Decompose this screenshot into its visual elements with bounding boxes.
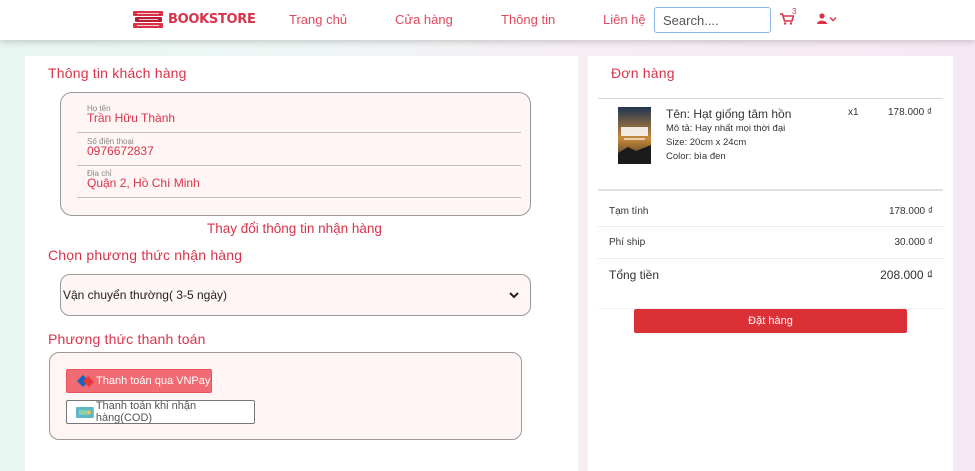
pay-vnpay-label: Thanh toán qua VNPay <box>96 375 211 387</box>
customer-info-title: Thông tin khách hàng <box>48 65 187 81</box>
order-summary-panel: Đơn hàng Tên: Hạt giống tâm hồn Mô tả: H… <box>588 56 953 471</box>
phone-field[interactable]: Số điện thoại 0976672837 <box>77 134 521 166</box>
product-size: Size: 20cm x 24cm <box>666 137 747 148</box>
checkout-form-panel: Thông tin khách hàng Họ tên Trần Hữu Thà… <box>25 56 578 471</box>
product-thumbnail <box>618 107 651 164</box>
divider <box>598 98 943 99</box>
customer-info-box: Họ tên Trần Hữu Thành Số điện thoại 0976… <box>60 92 531 216</box>
brand-logo[interactable]: BOOKSTORE <box>131 8 256 30</box>
payment-method-box: Thanh toán qua VNPay Thanh toán khi nhận… <box>49 352 522 440</box>
pay-cod-label: Thanh toán khi nhận hàng(COD) <box>95 400 197 424</box>
delivery-method-select[interactable]: Vận chuyển thường( 3-5 ngày) <box>60 274 531 316</box>
pay-cod-button[interactable]: Thanh toán khi nhận hàng(COD) <box>66 400 255 424</box>
total-label: Tổng tiền <box>609 268 660 282</box>
total-value: 208.000 ₫ <box>880 268 933 282</box>
logo-text: BOOKSTORE <box>168 11 256 27</box>
user-menu[interactable] <box>817 13 837 24</box>
user-icon <box>817 13 827 24</box>
product-quantity: x1 <box>848 107 859 118</box>
delivery-method-value: Vận chuyển thường( 3-5 ngày) <box>63 288 227 302</box>
product-name: Tên: Hạt giống tâm hồn <box>666 107 792 121</box>
product-price: 178.000 ₫ <box>888 107 933 118</box>
search-input[interactable] <box>654 7 771 33</box>
divider <box>598 258 943 259</box>
chevron-down-icon <box>509 292 519 299</box>
cart-count-badge: 3 <box>792 7 797 16</box>
order-title: Đơn hàng <box>611 65 675 81</box>
address-field[interactable]: Địa chỉ Quận 2, Hồ Chí Minh <box>77 166 521 198</box>
shipping-label: Phí ship <box>609 237 646 248</box>
vnpay-icon <box>77 375 94 387</box>
name-value: Trần Hữu Thành <box>87 111 176 125</box>
payment-method-title: Phương thức thanh toán <box>48 331 206 347</box>
place-order-button[interactable]: Đặt hàng <box>634 309 907 333</box>
top-navbar: BOOKSTORE Trang chủ Cửa hàng Thông tin L… <box>0 0 975 40</box>
phone-value: 0976672837 <box>87 144 154 158</box>
product-color: Color: bìa đen <box>666 151 726 162</box>
nav-contact[interactable]: Liên hệ <box>603 12 646 27</box>
subtotal-label: Tạm tính <box>609 206 649 217</box>
pay-vnpay-button[interactable]: Thanh toán qua VNPay <box>66 369 212 393</box>
address-value: Quận 2, Hồ Chí Minh <box>87 176 200 190</box>
cash-icon <box>75 407 94 418</box>
shipping-value: 30.000 ₫ <box>894 237 934 248</box>
nav-home[interactable]: Trang chủ <box>289 12 347 27</box>
divider <box>598 189 943 191</box>
product-description: Mô tả: Hay nhất mọi thời đại <box>666 123 786 134</box>
nav-about[interactable]: Thông tin <box>501 12 555 27</box>
divider <box>598 226 943 227</box>
subtotal-value: 178.000 ₫ <box>888 206 933 217</box>
chevron-down-icon <box>829 16 837 21</box>
name-field[interactable]: Họ tên Trần Hữu Thành <box>77 101 521 133</box>
book-stack-icon <box>133 11 163 28</box>
nav-shop[interactable]: Cửa hàng <box>395 12 453 27</box>
delivery-method-title: Chọn phương thức nhận hàng <box>48 247 243 263</box>
change-shipping-info-link[interactable]: Thay đổi thông tin nhận hàng <box>207 221 382 236</box>
